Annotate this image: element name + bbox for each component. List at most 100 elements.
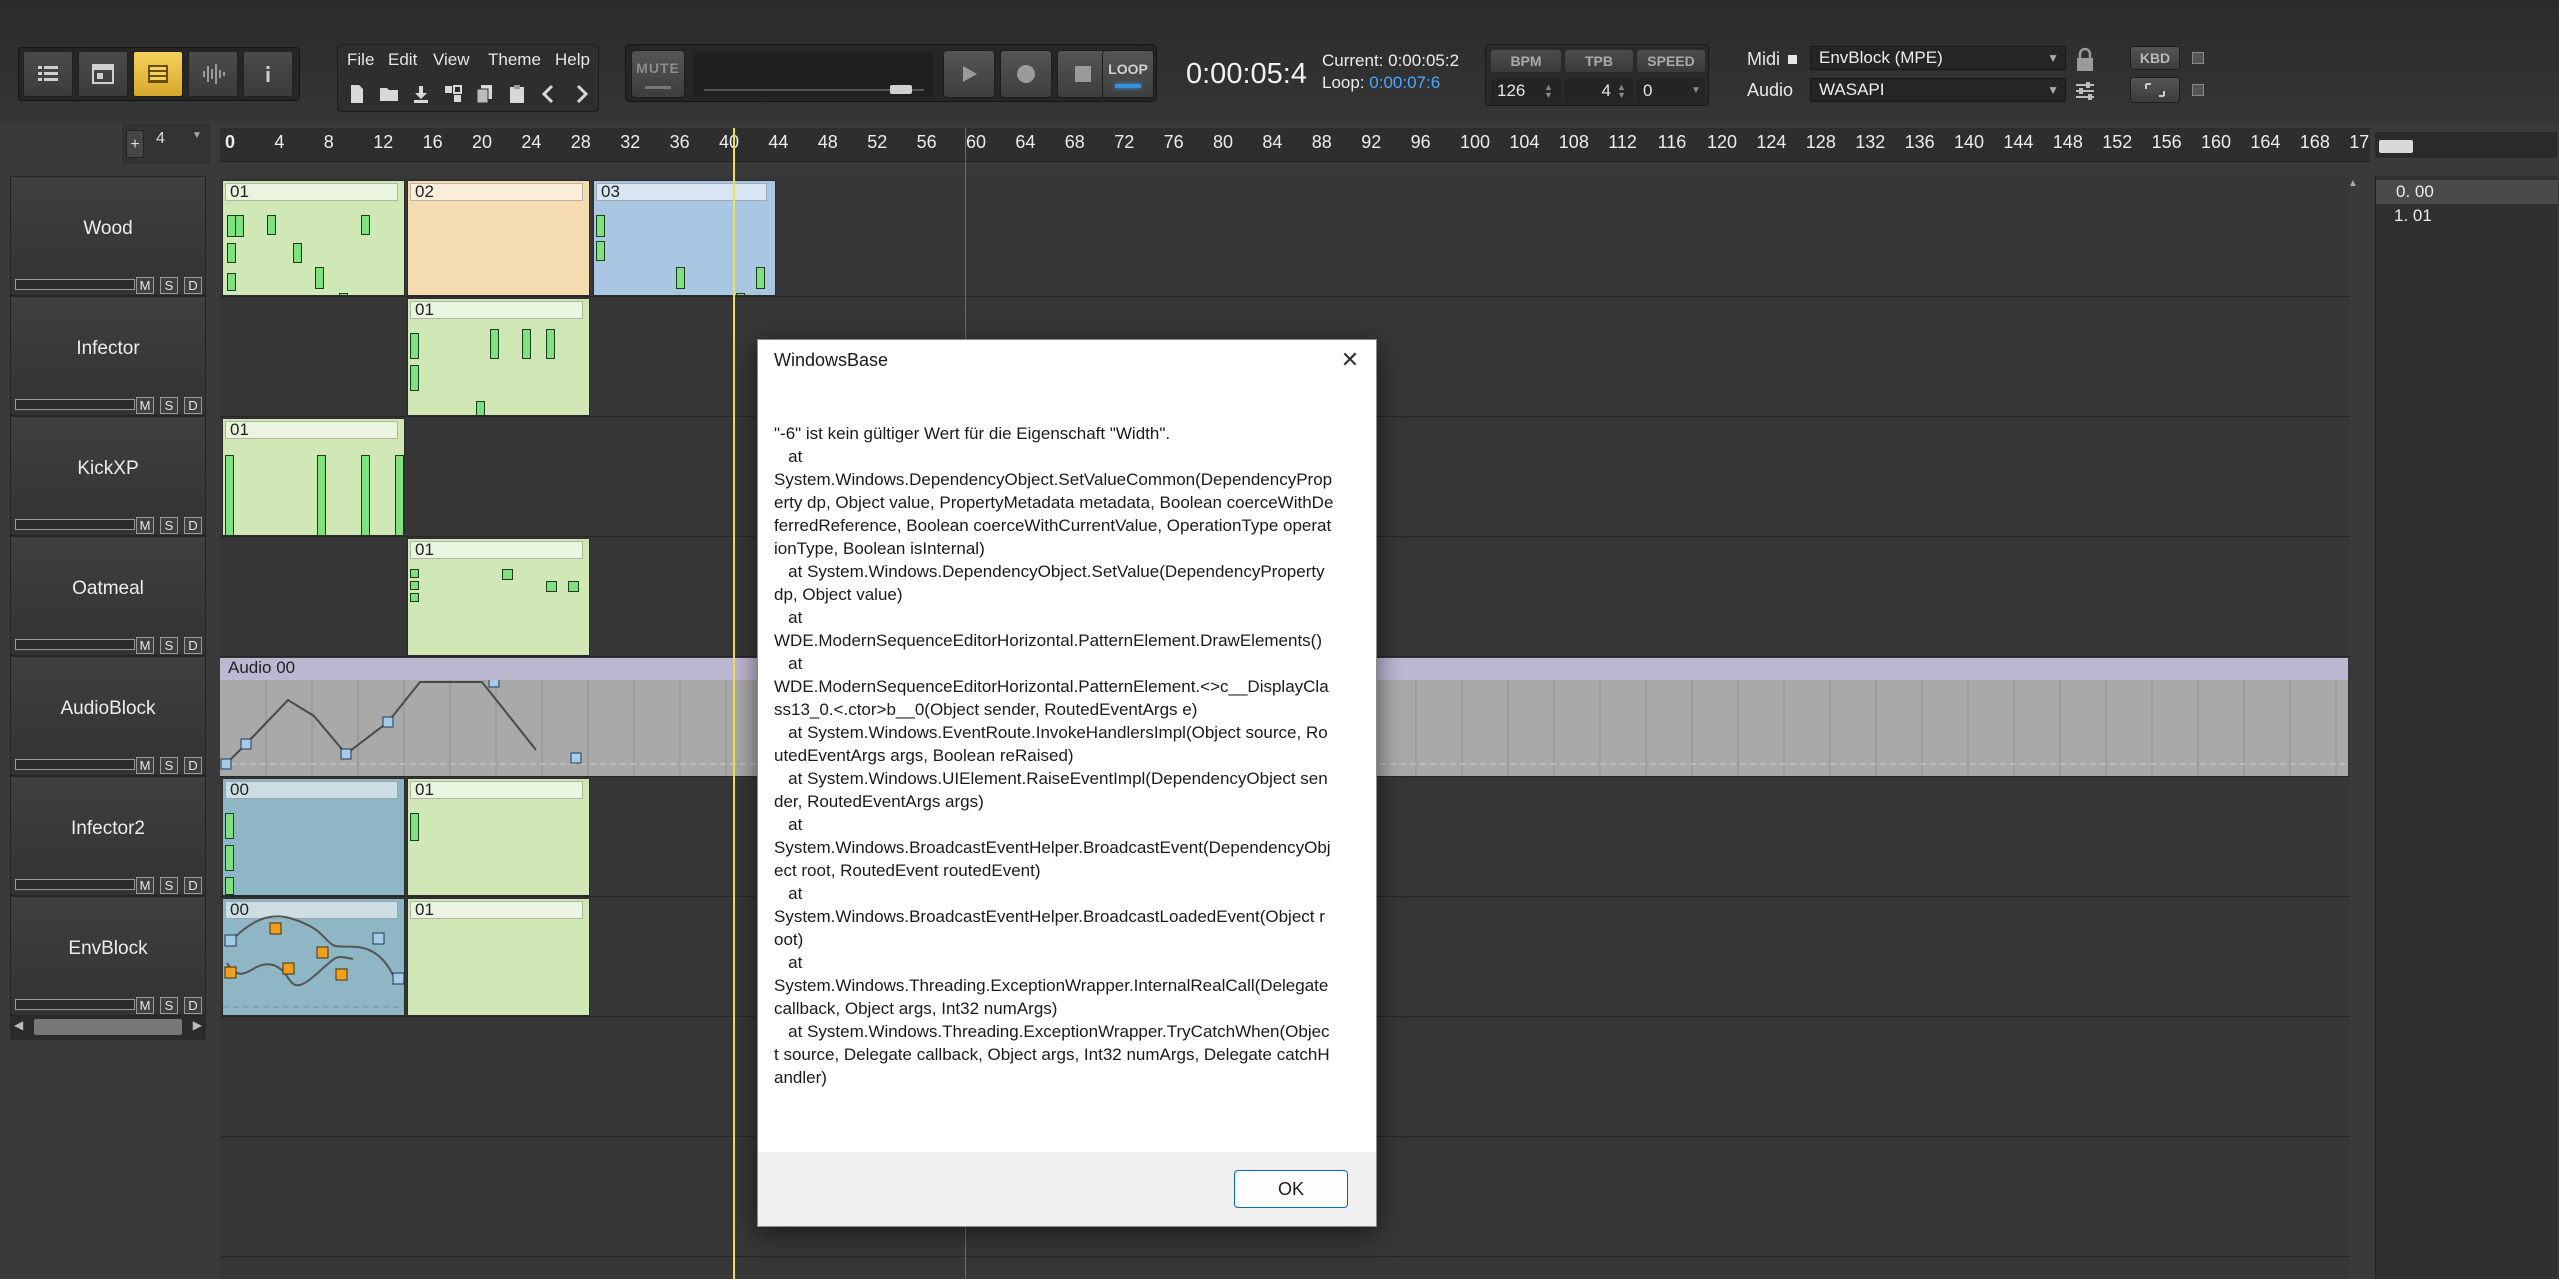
window-icon: [92, 64, 114, 84]
track-header[interactable]: EnvBlock M S D: [10, 896, 206, 1016]
waveform-view-button[interactable]: [188, 51, 238, 97]
ok-button[interactable]: OK: [1234, 1170, 1348, 1208]
timeline-ruler[interactable]: 0 4 8 12 16 20 24 28 32 36 40 44 48 52 56 60 64 68 72 76 80 8…: [220, 128, 2370, 162]
solo-track-button[interactable]: S: [160, 997, 178, 1014]
pattern-block[interactable]: 02: [407, 180, 590, 296]
track-header[interactable]: Infector M S D: [10, 296, 206, 416]
delete-track-button[interactable]: D: [184, 517, 202, 534]
scrollbar-thumb[interactable]: [34, 1019, 182, 1035]
pattern-block[interactable]: 01: [407, 298, 590, 416]
mute-track-button[interactable]: M: [136, 277, 154, 294]
track-header[interactable]: Infector2 M S D: [10, 776, 206, 896]
ruler-tick: 92: [1361, 132, 1382, 152]
pattern-block[interactable]: 01: [222, 418, 405, 536]
track-header[interactable]: KickXP M S D: [10, 416, 206, 536]
track-volume-slider[interactable]: [15, 279, 135, 290]
window-view-button[interactable]: [78, 51, 128, 97]
pattern-block[interactable]: 01: [407, 538, 590, 656]
forward-icon[interactable]: [570, 83, 592, 105]
track-volume-slider[interactable]: [15, 759, 135, 770]
paste-icon[interactable]: [506, 83, 528, 105]
track-header[interactable]: AudioBlock M S D: [10, 656, 206, 776]
zoom-slider-thumb[interactable]: [2379, 140, 2413, 153]
menu-theme[interactable]: Theme: [488, 50, 541, 70]
info-button[interactable]: [243, 51, 293, 97]
export-icon[interactable]: [442, 83, 464, 105]
pattern-block[interactable]: 01: [407, 778, 590, 896]
copy-icon[interactable]: [474, 83, 496, 105]
pattern-block[interactable]: 00: [222, 898, 405, 1016]
pattern-block[interactable]: 03: [593, 180, 776, 296]
track-name: KickXP: [77, 458, 139, 479]
save-icon[interactable]: [410, 83, 432, 105]
chevron-down-icon[interactable]: ▼: [192, 130, 202, 141]
kbd-toggle[interactable]: [2192, 52, 2204, 64]
delete-track-button[interactable]: D: [184, 757, 202, 774]
ruler-tick: 68: [1064, 132, 1085, 152]
delete-track-button[interactable]: D: [184, 397, 202, 414]
lock-icon[interactable]: [2074, 47, 2096, 73]
pattern-block[interactable]: 01: [407, 898, 590, 1016]
mute-track-button[interactable]: M: [136, 997, 154, 1014]
track-volume-slider[interactable]: [15, 639, 135, 650]
solo-track-button[interactable]: S: [160, 757, 178, 774]
speed-dropdown-arrow[interactable]: ▼: [1691, 86, 1701, 96]
fit-toggle[interactable]: [2192, 84, 2204, 96]
list-view-button[interactable]: [23, 51, 73, 97]
track-header[interactable]: Wood M S D: [10, 176, 206, 296]
back-icon[interactable]: [538, 83, 560, 105]
keyboard-button[interactable]: KBD: [2130, 46, 2180, 70]
solo-track-button[interactable]: S: [160, 637, 178, 654]
mute-track-button[interactable]: M: [136, 877, 154, 894]
fit-button[interactable]: [2130, 77, 2180, 103]
menu-view[interactable]: View: [433, 50, 470, 70]
track-volume-slider[interactable]: [15, 519, 135, 530]
volume-slider-thumb[interactable]: [890, 85, 912, 94]
solo-track-button[interactable]: S: [160, 877, 178, 894]
menu-edit[interactable]: Edit: [388, 50, 417, 70]
midi-device-select[interactable]: EnvBlock (MPE) ▼: [1810, 46, 2066, 70]
solo-track-button[interactable]: S: [160, 277, 178, 294]
delete-track-button[interactable]: D: [184, 997, 202, 1014]
tpb-spinner[interactable]: ▲ ▼: [1617, 83, 1626, 100]
mute-track-button[interactable]: M: [136, 637, 154, 654]
master-volume-slider[interactable]: [694, 53, 934, 97]
track-volume-slider[interactable]: [15, 399, 135, 410]
loop-button[interactable]: LOOP: [1102, 50, 1154, 98]
close-icon[interactable]: ✕: [1336, 346, 1364, 374]
horizontal-scrollbar[interactable]: ◀ ▶: [10, 1016, 206, 1038]
delete-track-button[interactable]: D: [184, 277, 202, 294]
scroll-up-icon[interactable]: ▲: [2348, 178, 2358, 189]
mixer-icon[interactable]: [2074, 80, 2096, 102]
track-header[interactable]: Oatmeal M S D: [10, 536, 206, 656]
mute-track-button[interactable]: M: [136, 397, 154, 414]
mute-track-button[interactable]: M: [136, 757, 154, 774]
pattern-list-item[interactable]: 0. 00: [2396, 182, 2434, 202]
audio-device-select[interactable]: WASAPI ▼: [1810, 78, 2066, 102]
scroll-left-icon[interactable]: ◀: [14, 1018, 23, 1032]
open-folder-icon[interactable]: [378, 83, 400, 105]
zoom-slider[interactable]: [2375, 132, 2557, 158]
menu-help[interactable]: Help: [555, 50, 590, 70]
play-button[interactable]: [943, 50, 995, 98]
track-volume-slider[interactable]: [15, 879, 135, 890]
scroll-right-icon[interactable]: ▶: [193, 1018, 202, 1032]
new-file-icon[interactable]: [346, 83, 368, 105]
pattern-block[interactable]: 00: [222, 778, 405, 896]
menu-file[interactable]: File: [347, 50, 374, 70]
bpm-spinner[interactable]: ▲ ▼: [1544, 83, 1553, 100]
add-track-button[interactable]: +: [126, 130, 144, 158]
pattern-block[interactable]: 01: [222, 180, 405, 296]
zoom-value[interactable]: 4: [156, 130, 165, 148]
track-volume-slider[interactable]: [15, 999, 135, 1010]
pattern-view-button[interactable]: [133, 51, 183, 97]
midi-indicator[interactable]: [1788, 55, 1797, 64]
delete-track-button[interactable]: D: [184, 877, 202, 894]
record-button[interactable]: [1000, 50, 1052, 98]
mute-button[interactable]: MUTE: [631, 50, 685, 98]
solo-track-button[interactable]: S: [160, 397, 178, 414]
mute-track-button[interactable]: M: [136, 517, 154, 534]
delete-track-button[interactable]: D: [184, 637, 202, 654]
solo-track-button[interactable]: S: [160, 517, 178, 534]
pattern-list-item[interactable]: 1. 01: [2394, 206, 2432, 226]
